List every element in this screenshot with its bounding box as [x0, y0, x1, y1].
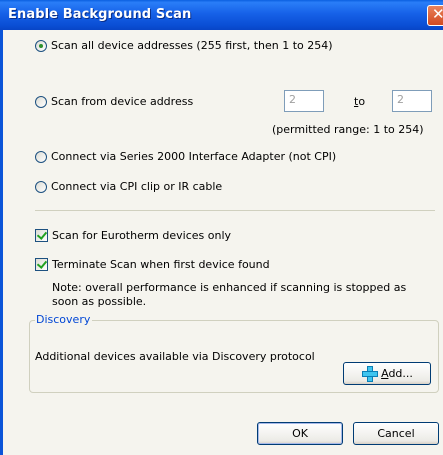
title-bar[interactable]: Enable Background Scan ✕: [0, 0, 443, 30]
radio-cpi-label[interactable]: Connect via CPI clip or IR cable: [51, 180, 222, 193]
checkbox-eurotherm-only[interactable]: [35, 229, 48, 242]
radio-scan-all[interactable]: [35, 40, 47, 52]
to-label: to: [354, 95, 365, 108]
discovery-text: Additional devices available via Discove…: [35, 350, 315, 363]
ok-button[interactable]: OK: [257, 422, 343, 445]
radio-cpi[interactable]: [35, 181, 47, 193]
checkbox-terminate[interactable]: [35, 258, 48, 271]
checkbox-eurotherm-only-label[interactable]: Scan for Eurotherm devices only: [52, 229, 231, 242]
close-button[interactable]: ✕: [427, 5, 443, 26]
close-icon: ✕: [432, 5, 443, 23]
radio-series2000-label[interactable]: Connect via Series 2000 Interface Adapte…: [51, 150, 336, 163]
note-line-1: Note: overall performance is enhanced if…: [52, 281, 407, 294]
separator: [35, 210, 435, 211]
cancel-button[interactable]: Cancel: [353, 422, 439, 445]
window-frame-left: [0, 30, 3, 455]
dialog-title: Enable Background Scan: [8, 7, 192, 22]
from-address-field[interactable]: 2: [284, 90, 324, 112]
range-note: (permitted range: 1 to 254): [272, 123, 424, 136]
radio-series2000[interactable]: [35, 151, 47, 163]
discovery-group-label: Discovery: [35, 313, 93, 326]
radio-scan-from-label[interactable]: Scan from device address: [51, 95, 193, 108]
add-label: dd...: [388, 367, 413, 380]
add-button[interactable]: Add...: [343, 362, 431, 385]
radio-scan-all-label[interactable]: Scan all device addresses (255 first, th…: [51, 39, 333, 52]
to-address-field[interactable]: 2: [392, 90, 432, 112]
note-line-2: soon as possible.: [52, 295, 147, 308]
to-label-rest: o: [358, 95, 366, 108]
checkbox-terminate-label[interactable]: Terminate Scan when first device found: [52, 258, 270, 271]
radio-scan-from[interactable]: [35, 96, 47, 108]
plus-icon: [361, 365, 379, 383]
dialog-window: Enable Background Scan ✕ Scan all device…: [0, 0, 443, 455]
